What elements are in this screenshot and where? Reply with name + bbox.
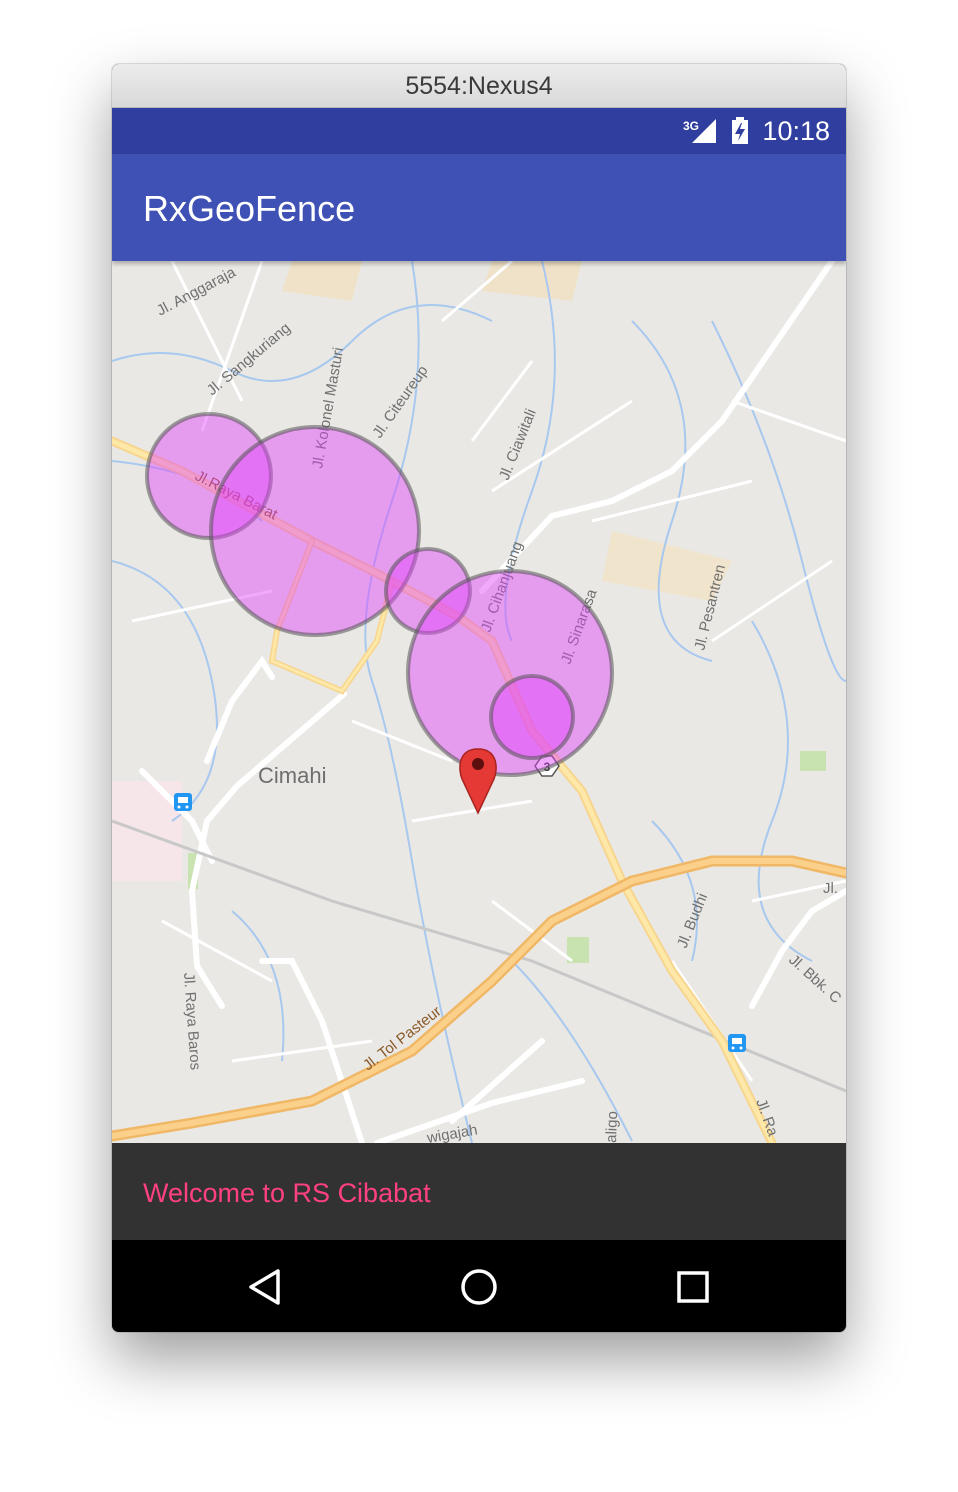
window-title: 5554:Nexus4	[112, 64, 846, 108]
geofence-circle[interactable]	[489, 674, 575, 760]
transit-stop-icon	[728, 1034, 746, 1052]
map-canvas[interactable]: Jl. Anggaraja Jl. Sangkuriang Jl. Kolone…	[112, 261, 846, 1143]
emulator-window: 5554:Nexus4 3G 10:18 RxGeoFence Jl. Angg…	[112, 64, 846, 1332]
street-label: Jl. Bbk. C	[785, 951, 844, 1007]
location-marker-icon[interactable]	[459, 748, 497, 815]
home-circle-icon[interactable]	[452, 1260, 506, 1314]
navigation-bar	[112, 1240, 846, 1332]
street-label: Jl. Citeureup	[369, 363, 431, 442]
street-label: aligo	[603, 1111, 621, 1143]
snackbar-message: Welcome to RS Cibabat	[143, 1178, 431, 1208]
street-label: Jl.	[823, 880, 838, 897]
street-label: Jl. Ciawitali	[496, 407, 540, 483]
transit-stop-icon	[174, 793, 192, 811]
signal-icon	[692, 119, 716, 143]
street-label: Jl. Sangkuriang	[204, 320, 294, 399]
street-label: Jl. Raya Baros	[180, 972, 204, 1070]
status-bar: 3G 10:18	[112, 108, 846, 154]
app-bar: RxGeoFence	[112, 154, 846, 261]
status-time: 10:18	[762, 116, 830, 146]
recents-square-icon[interactable]	[666, 1260, 720, 1314]
back-triangle-icon[interactable]	[238, 1260, 292, 1314]
snackbar: Welcome to RS Cibabat	[112, 1143, 846, 1240]
street-label: Jl. Budhi	[674, 891, 711, 951]
battery-icon	[732, 117, 748, 144]
map-view[interactable]: Jl. Anggaraja Jl. Sangkuriang Jl. Kolone…	[112, 261, 846, 1143]
place-label-cimahi: Cimahi	[258, 763, 326, 788]
app-title: RxGeoFence	[143, 188, 356, 229]
